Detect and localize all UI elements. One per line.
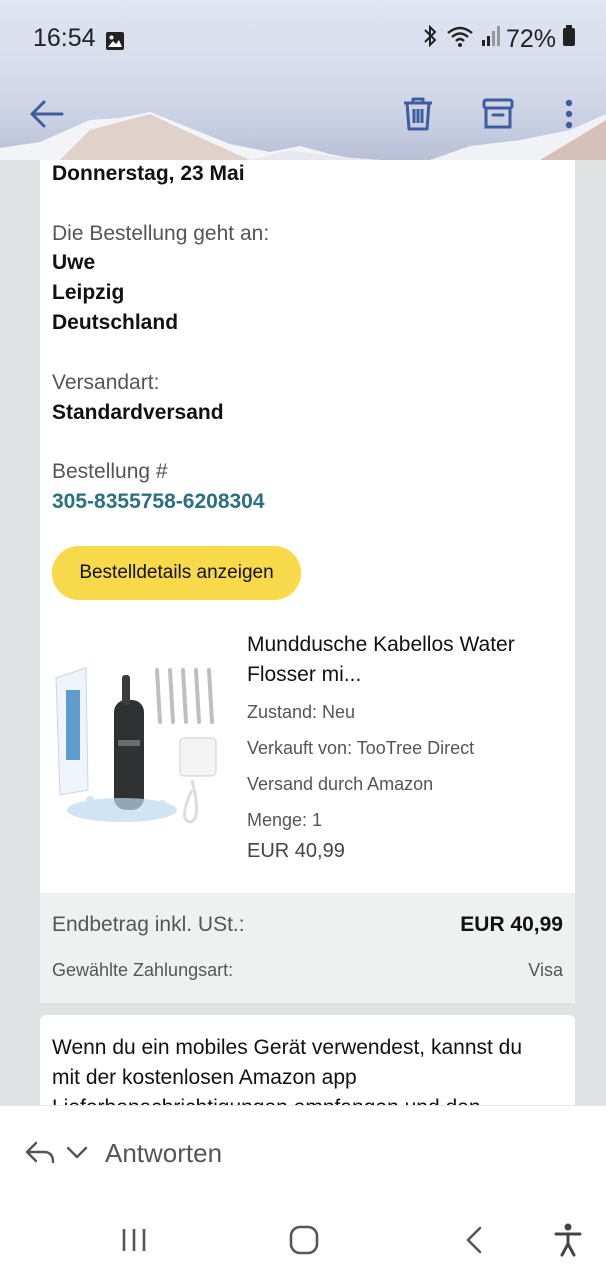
recents-icon[interactable] [112, 1218, 156, 1262]
ship-to-city: Leipzig [52, 281, 125, 304]
status-right: 72% [420, 24, 576, 55]
home-icon[interactable] [282, 1218, 326, 1262]
app-promo-line2: mit der kostenlosen Amazon app [52, 1066, 357, 1089]
battery-percent: 72% [505, 25, 556, 53]
ship-to-label: Die Bestellung geht an: [52, 222, 270, 245]
trash-icon[interactable] [396, 92, 440, 136]
payment-label: Gewählte Zahlungsart: [52, 960, 234, 980]
reply-button[interactable]: Antworten [105, 1138, 222, 1169]
chevron-down-icon[interactable] [66, 1146, 88, 1165]
accessibility-icon[interactable] [546, 1218, 590, 1262]
product-title-line1[interactable]: Munddusche Kabellos Water [247, 630, 557, 660]
app-promo-text: Wenn du ein mobiles Gerät verwendest, ka… [52, 1033, 562, 1115]
product-condition: Zustand: Neu [247, 702, 356, 722]
ship-to-name: Uwe [52, 251, 96, 274]
ship-to-country: Deutschland [52, 311, 179, 334]
archive-icon[interactable] [476, 92, 520, 136]
status-bar: 16:54 72% [33, 24, 576, 56]
order-details-button[interactable]: Bestelldetails anzeigen [52, 546, 301, 600]
order-summary: Endbetrag inkl. USt.: EUR 40,99 Gewählte… [40, 893, 575, 1003]
shipping-method: Standardversand [52, 401, 224, 424]
total-value: EUR 40,99 [460, 913, 563, 936]
order-number-link[interactable]: 305-8355758-6208304 [52, 489, 265, 515]
app-promo-line1: Wenn du ein mobiles Gerät verwendest, ka… [52, 1036, 523, 1059]
product-price: EUR 40,99 [247, 840, 345, 862]
back-icon[interactable] [452, 1218, 496, 1262]
bluetooth-icon [420, 24, 440, 55]
order-email-card: Donnerstag, 23 Mai Die Bestellung geht a… [40, 160, 575, 1003]
total-label: Endbetrag inkl. USt.: [52, 913, 245, 936]
product-seller: Verkauft von: TooTree Direct [247, 738, 475, 758]
product-quantity: Menge: 1 [247, 810, 323, 830]
battery-icon [562, 24, 576, 55]
reply-icon[interactable] [24, 1140, 56, 1171]
app-header: 16:54 72% [0, 0, 606, 160]
app-promo-card: Wenn du ein mobiles Gerät verwendest, ka… [40, 1015, 575, 1115]
product-fulfillment: Versand durch Amazon [247, 774, 434, 794]
order-number-label: Bestellung # [52, 460, 168, 483]
gallery-icon [105, 29, 125, 58]
reply-bar: Antworten [0, 1105, 606, 1200]
signal-icon [480, 24, 500, 55]
delivery-date: Donnerstag, 23 Mai [52, 162, 245, 185]
payment-value: Visa [528, 960, 563, 980]
product-title-line2[interactable]: Flosser mi... [247, 660, 557, 690]
status-time: 16:54 [33, 24, 96, 52]
product-image[interactable] [52, 660, 222, 830]
system-nav-bar [0, 1200, 606, 1280]
product-info: Munddusche Kabellos Water Flosser mi... … [247, 630, 557, 863]
back-arrow-icon[interactable] [25, 92, 69, 136]
shipping-method-label: Versandart: [52, 371, 160, 394]
wifi-icon [446, 24, 474, 55]
more-vert-icon[interactable] [547, 92, 591, 136]
